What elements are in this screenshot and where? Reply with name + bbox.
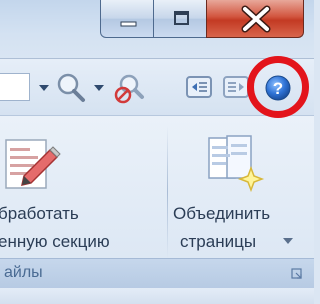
close-icon: [241, 5, 271, 33]
minimize-icon: [120, 21, 137, 27]
no-zoom-icon[interactable]: [111, 71, 147, 107]
edit-section-icon[interactable]: [2, 132, 64, 194]
merge-pages-label-line2[interactable]: страницы: [180, 232, 256, 252]
group-footer: айлы: [0, 258, 314, 289]
group-label: айлы: [4, 264, 43, 281]
dropdown-arrow-icon[interactable]: [93, 83, 105, 93]
dialog-launcher-icon[interactable]: [291, 268, 303, 280]
title-bar: [0, 0, 314, 58]
minimize-button[interactable]: [100, 0, 154, 38]
zoom-icon[interactable]: [54, 71, 88, 105]
edit-section-label-line1[interactable]: бработать: [0, 204, 79, 224]
merge-pages-dropdown-icon[interactable]: [282, 236, 294, 246]
ribbon-separator: [167, 126, 168, 258]
tab-left-icon[interactable]: [184, 73, 214, 101]
highlight-circle: [247, 56, 309, 118]
bottom-strip: [0, 288, 314, 304]
maximize-button[interactable]: [153, 0, 207, 38]
merge-pages-label-line1[interactable]: Объединить: [173, 204, 270, 224]
edit-section-label-line2[interactable]: енную секцию: [0, 232, 110, 252]
maximize-icon: [174, 11, 189, 25]
zoom-combo-edge[interactable]: [0, 73, 30, 101]
merge-pages-icon[interactable]: [205, 132, 269, 196]
dropdown-arrow-icon[interactable]: [38, 83, 50, 93]
close-button[interactable]: [206, 0, 304, 38]
